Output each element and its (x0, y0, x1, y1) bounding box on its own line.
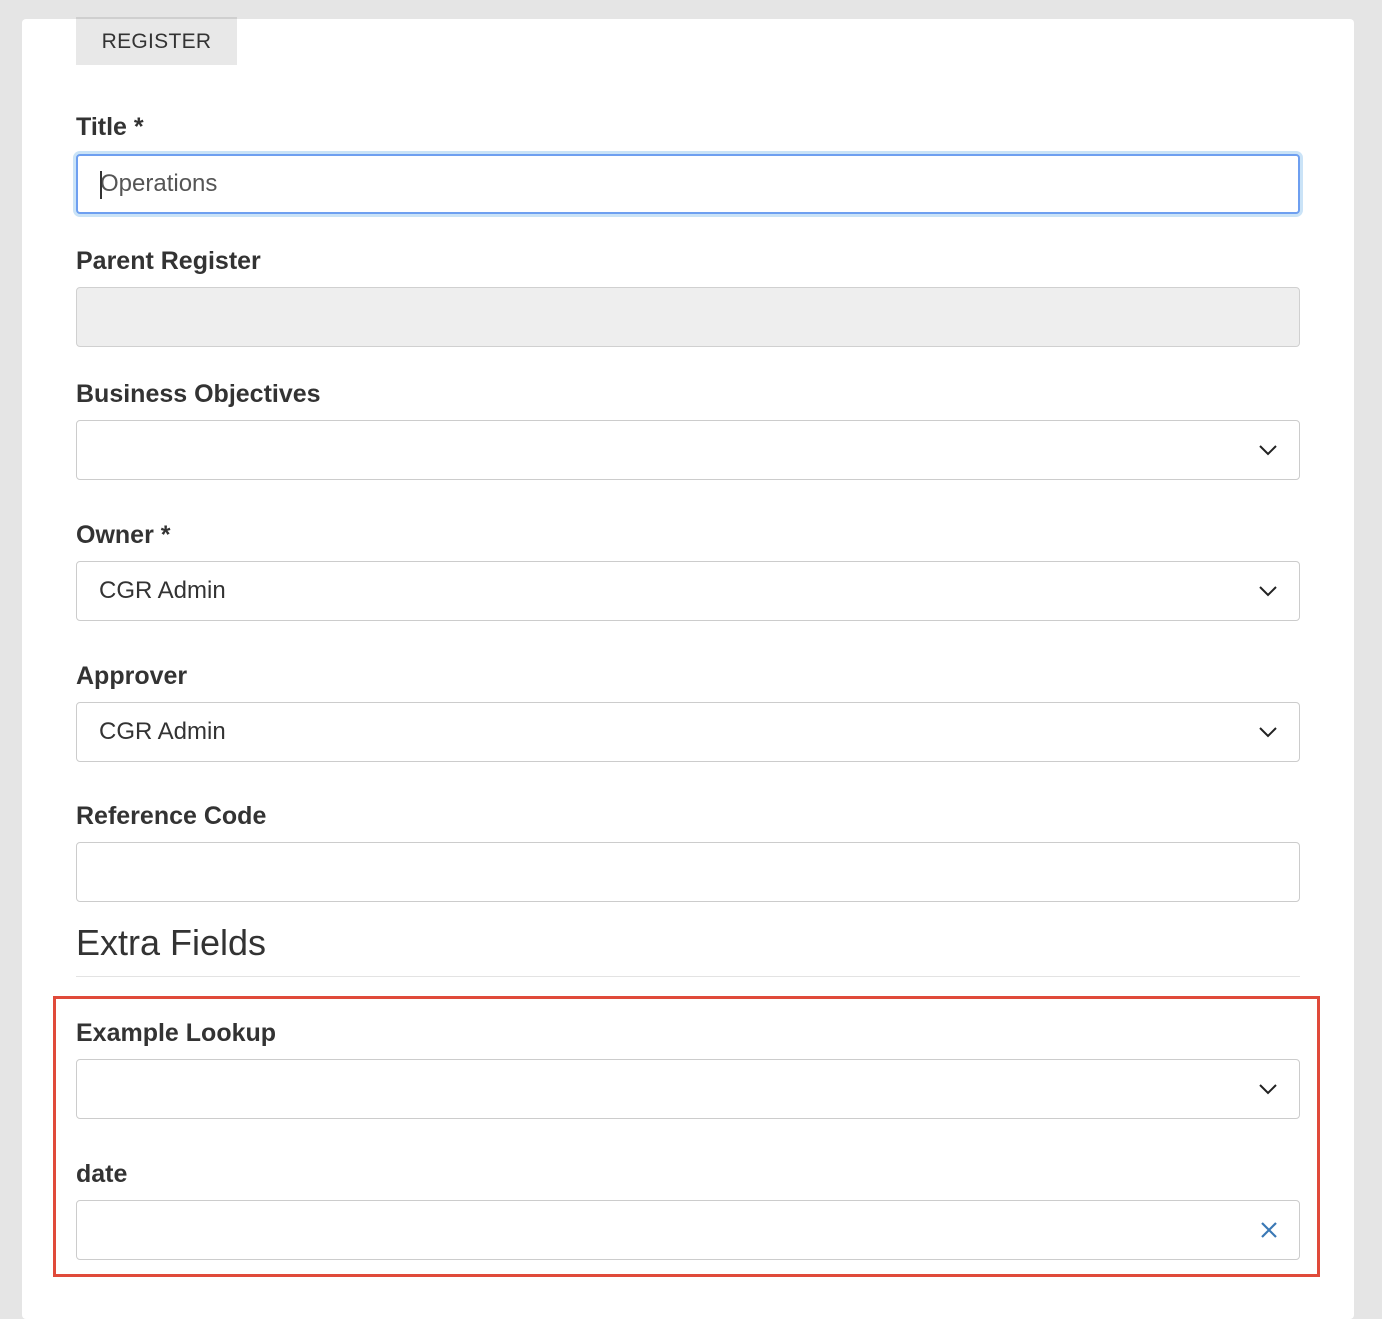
date-label: date (76, 1160, 128, 1188)
approver-value: CGR Admin (99, 718, 226, 745)
parent-register-field (76, 287, 1300, 347)
title-input[interactable] (76, 154, 1300, 214)
owner-select[interactable]: CGR Admin (76, 561, 1300, 621)
approver-label: Approver (76, 662, 188, 690)
business-objectives-label: Business Objectives (76, 380, 321, 408)
parent-register-label: Parent Register (76, 247, 261, 275)
section-divider (76, 976, 1300, 977)
reference-code-input[interactable] (76, 842, 1300, 902)
chevron-down-icon[interactable] (1257, 721, 1279, 743)
example-lookup-label: Example Lookup (76, 1019, 277, 1047)
date-input[interactable] (76, 1200, 1300, 1260)
register-form-card: REGISTER Title * Parent Register Busines… (22, 17, 1354, 1319)
business-objectives-select[interactable] (76, 420, 1300, 480)
owner-value: CGR Admin (99, 577, 226, 604)
text-cursor (100, 171, 102, 199)
extra-fields-heading: Extra Fields (76, 922, 267, 963)
chevron-down-icon[interactable] (1257, 439, 1279, 461)
approver-select[interactable]: CGR Admin (76, 702, 1300, 762)
title-input-value[interactable] (100, 170, 1276, 198)
tab-register[interactable]: REGISTER (76, 17, 237, 65)
owner-label: Owner * (76, 521, 171, 549)
title-label: Title * (76, 113, 144, 141)
chevron-down-icon[interactable] (1257, 580, 1279, 602)
example-lookup-select[interactable] (76, 1059, 1300, 1119)
chevron-down-icon[interactable] (1257, 1078, 1279, 1100)
reference-code-label: Reference Code (76, 802, 267, 830)
close-icon[interactable] (1257, 1218, 1281, 1242)
